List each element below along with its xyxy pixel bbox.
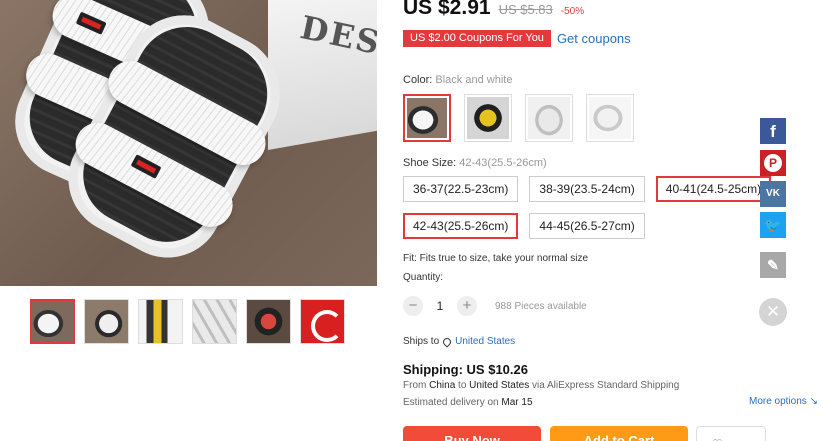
shipping-to-country: United States [469,380,530,391]
size-option-38-39[interactable]: 38-39(23.5-24cm) [529,176,645,202]
buy-now-button[interactable]: Buy Now [403,426,541,441]
price-row: US $2.91 US $5.83 -50% [403,0,584,20]
pinterest-glyph: P [764,154,782,172]
coupon-row: US $2.00 Coupons For You Get coupons [403,30,631,47]
get-coupons-link[interactable]: Get coupons [557,31,631,46]
wishlist-button[interactable]: ♡ [696,426,766,441]
shipping-to-word: to [458,380,467,391]
shipping-route: From China to United States via AliExpre… [403,380,679,391]
thumbnail-strip [30,299,345,344]
quantity-value[interactable]: 1 [433,299,447,313]
color-swatch-white[interactable] [586,94,634,142]
coupon-badge: US $2.00 Coupons For You [403,30,551,47]
shipping-cost: Shipping: US $10.26 [403,362,528,377]
thumbnail-6[interactable] [300,299,345,344]
quantity-plus-button[interactable]: + [457,296,477,316]
original-price: US $5.83 [498,2,553,17]
thumbnail-4[interactable] [192,299,237,344]
discount-badge: -50% [560,6,585,17]
add-to-cart-button[interactable]: Add to Cart [550,426,688,441]
main-product-image[interactable]: DESI [0,0,377,286]
shipping-method: via AliExpress Standard Shipping [532,380,680,391]
color-swatch-grey[interactable] [525,94,573,142]
location-pin-icon [441,335,453,348]
close-icon[interactable]: ✕ [759,298,787,326]
size-options: 36-37(22.5-23cm) 38-39(23.5-24cm) 40-41(… [403,176,773,239]
shipping-from-prefix: From [403,380,427,391]
twitter-share-icon[interactable]: 🐦 [760,212,786,238]
facebook-share-icon[interactable]: f [760,118,786,144]
estimated-delivery: Estimated delivery on Mar 15 [403,397,533,408]
size-option-42-43[interactable]: 42-43(25.5-26cm) [403,213,519,239]
size-label-text: Shoe Size: [403,157,457,169]
current-price: US $2.91 [403,0,491,19]
size-option-44-45[interactable]: 44-45(26.5-27cm) [529,213,645,239]
ships-to-country-link[interactable]: United States [455,336,515,347]
color-swatch-black-white[interactable] [403,94,451,142]
delivery-date: Mar 15 [501,397,533,408]
size-label: Shoe Size: 42-43(25.5-26cm) [403,157,547,169]
ships-to-label: Ships to [403,336,440,347]
color-swatch-black-yellow[interactable] [464,94,512,142]
more-options-link[interactable]: More options ↘ [749,396,818,407]
color-selected-value: Black and white [435,74,513,86]
pinterest-share-icon[interactable]: P [760,150,786,176]
ships-to: Ships to United States [403,335,515,348]
delivery-prefix: Estimated delivery on [403,397,499,408]
color-swatches [403,94,634,142]
heart-icon: ♡ [712,437,723,441]
thumbnail-1[interactable] [30,299,75,344]
vk-share-icon[interactable]: VK [760,181,786,207]
color-label-text: Color: [403,74,433,86]
size-option-36-37[interactable]: 36-37(22.5-23cm) [403,176,519,202]
thumbnail-5[interactable] [246,299,291,344]
fit-note: Fit: Fits true to size, take your normal… [403,253,589,264]
size-selected-value: 42-43(25.5-26cm) [459,157,547,169]
color-label: Color: Black and white [403,74,512,86]
quantity-minus-button[interactable]: − [403,296,423,316]
thumbnail-2[interactable] [84,299,129,344]
quantity-label: Quantity: [403,272,444,283]
available-count: 988 Pieces available [495,300,587,312]
shipping-from-country: China [429,380,456,391]
thumbnail-3[interactable] [138,299,183,344]
quantity-stepper: − 1 + 988 Pieces available [403,296,587,316]
size-option-40-41[interactable]: 40-41(24.5-25cm) [655,176,772,202]
edit-icon[interactable]: ✎ [760,252,786,278]
